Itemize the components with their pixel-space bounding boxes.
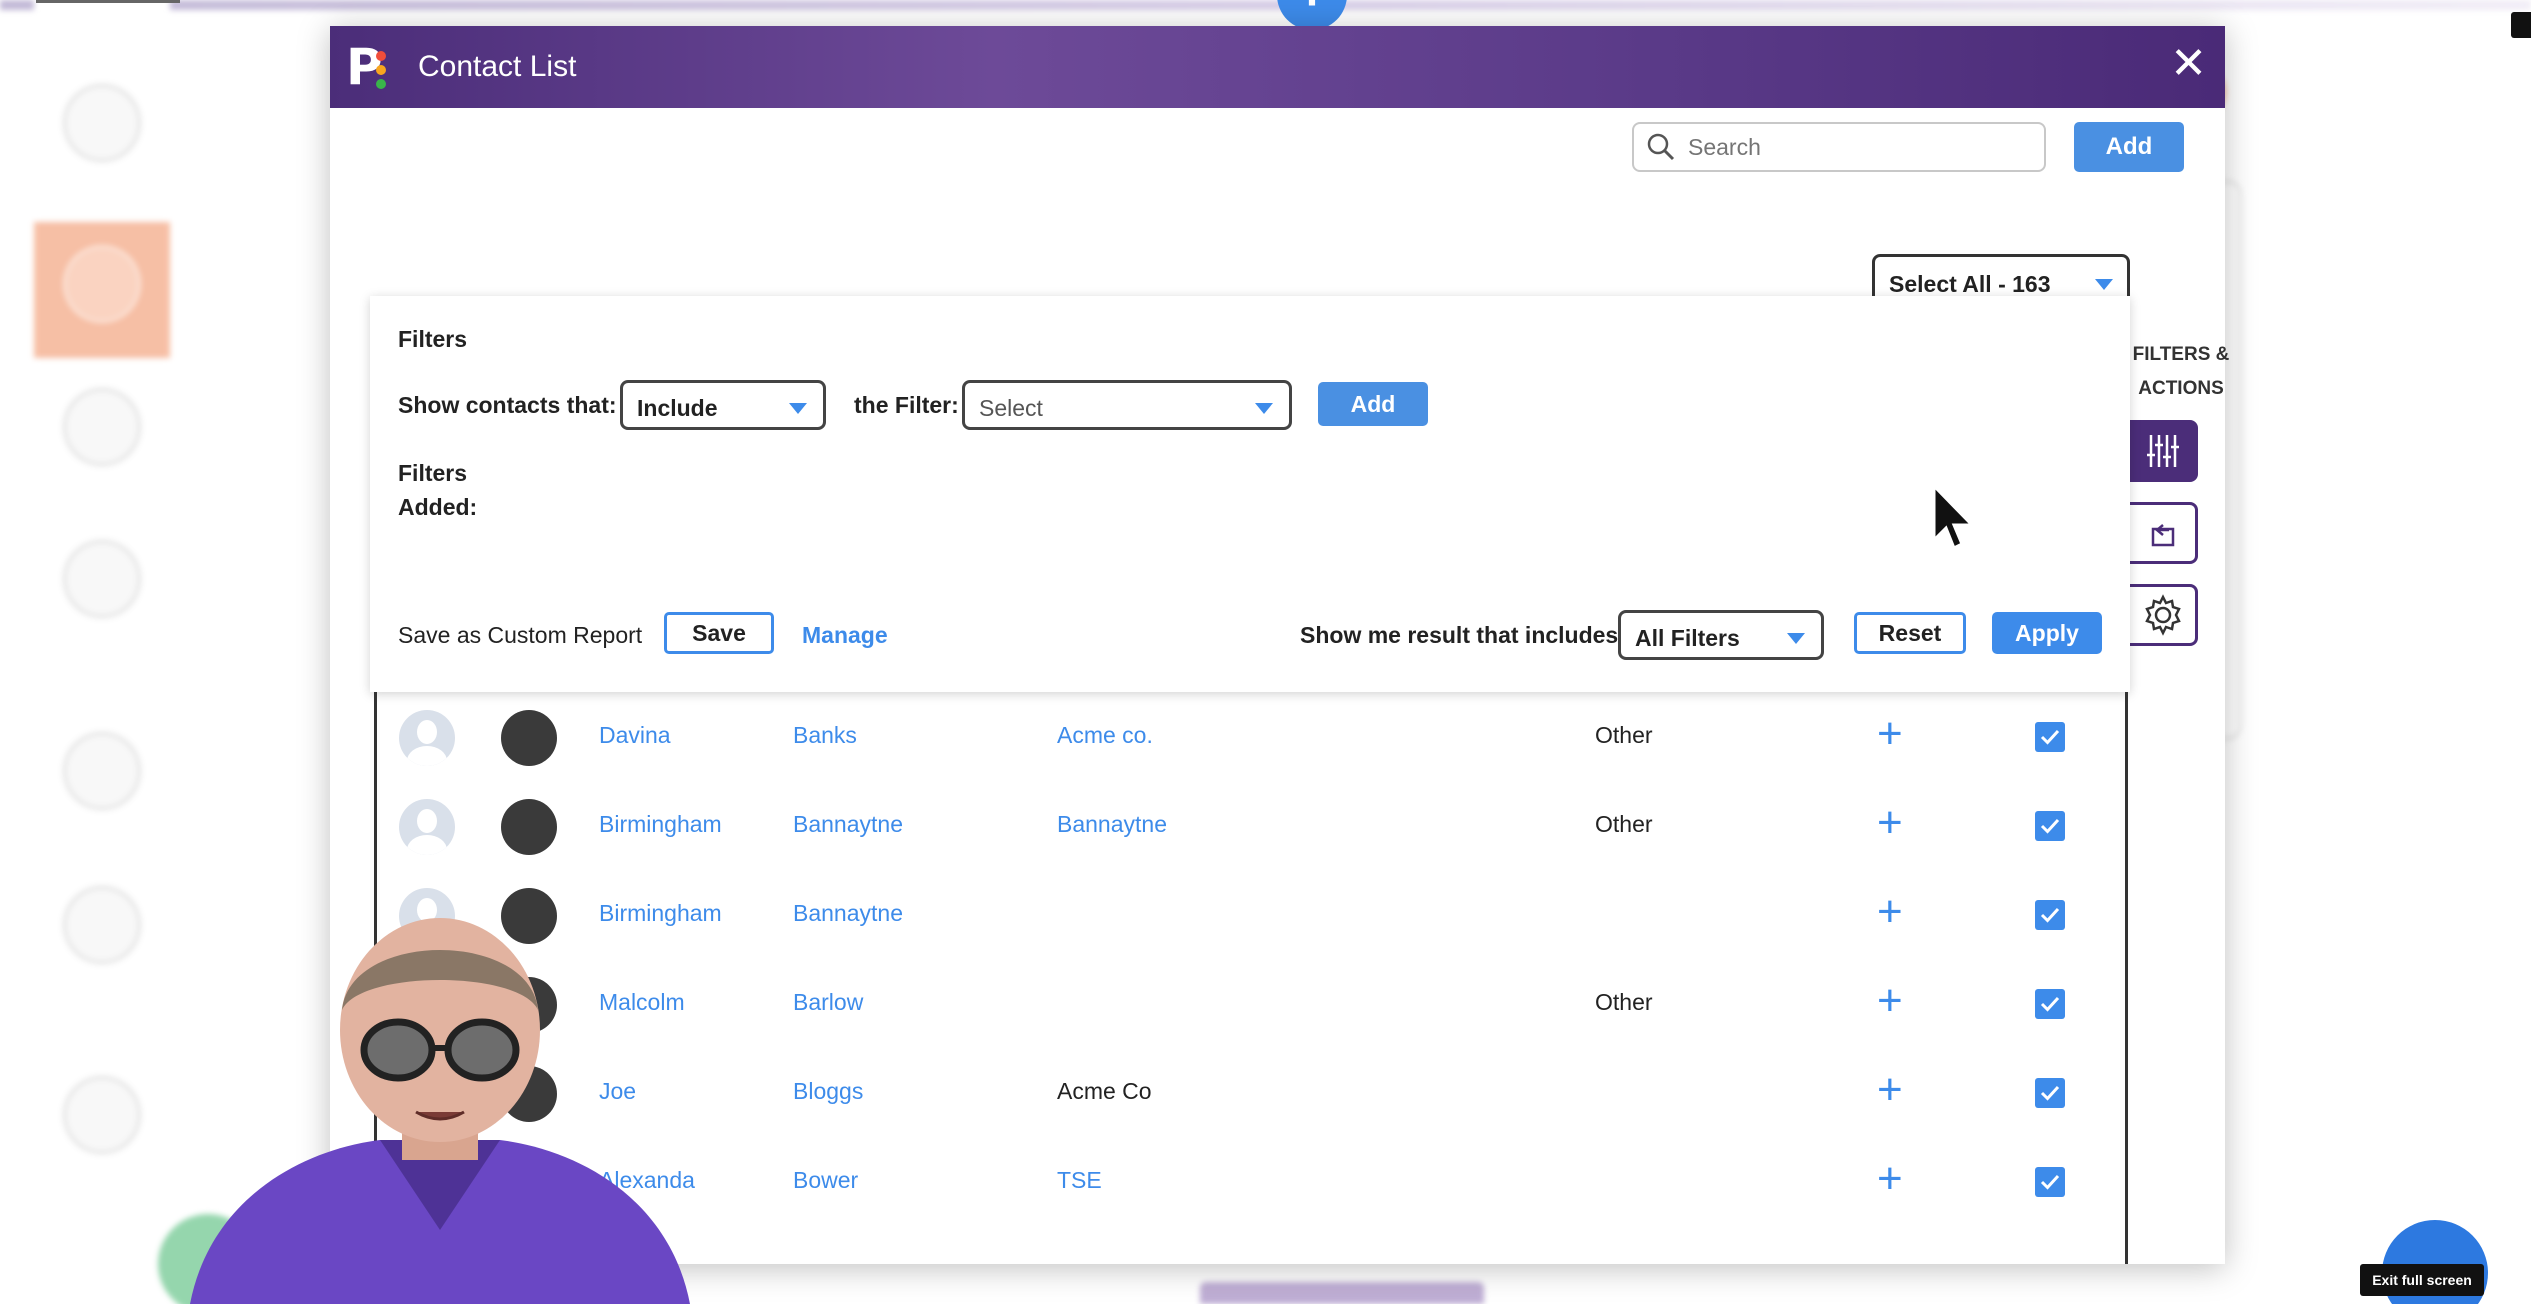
manage-link[interactable]: Manage — [802, 622, 888, 649]
add-icon[interactable]: + — [1877, 890, 1903, 934]
checkmark-icon — [2040, 1085, 2060, 1101]
add-icon[interactable]: + — [1877, 979, 1903, 1023]
save-custom-report-label: Save as Custom Report — [398, 622, 643, 648]
last-name-link[interactable]: Banks — [793, 722, 857, 749]
status-dot — [501, 710, 557, 766]
sidebar-item-settings — [34, 540, 170, 630]
reset-button[interactable]: Reset — [1854, 612, 1966, 654]
account-icon — [63, 886, 141, 964]
include-dropdown[interactable]: Include — [620, 380, 826, 430]
filters-button[interactable] — [2130, 420, 2198, 482]
result-mode-dropdown[interactable]: All Filters — [1618, 610, 1824, 660]
company-link[interactable]: Bannaytne — [1057, 811, 1167, 838]
apply-button[interactable]: Apply — [1992, 612, 2102, 654]
last-name-link[interactable]: Barlow — [793, 989, 863, 1016]
sidebar-item-sales — [34, 388, 170, 478]
row-checkbox[interactable] — [2035, 1078, 2065, 1108]
filters-actions-label: FILTERS & ACTIONS — [2132, 344, 2230, 399]
support-icon — [63, 1076, 141, 1154]
settings-button[interactable] — [2130, 584, 2198, 646]
search-field[interactable] — [1632, 122, 2046, 172]
row-checkbox[interactable] — [2035, 900, 2065, 930]
dashboard-icon — [63, 84, 141, 162]
top-left-divider — [36, 0, 180, 3]
row-checkbox[interactable] — [2035, 1167, 2065, 1197]
sidebar-item-support — [34, 1076, 170, 1154]
include-value: Include — [637, 395, 718, 421]
corner-tab-icon[interactable] — [2511, 12, 2531, 38]
checkmark-icon — [2040, 996, 2060, 1012]
result-mode-value: All Filters — [1635, 625, 1740, 651]
modal-title: Contact List — [418, 50, 577, 83]
sidebar-item-marketing — [34, 222, 170, 358]
filters-added-label: Filters Added: — [398, 460, 478, 520]
add-contact-button[interactable]: Add — [2074, 122, 2184, 172]
table-row: Birmingham Bannaytne Bannaytne Other + — [377, 781, 2125, 870]
sidebar-item-dashboard — [34, 84, 170, 174]
export-icon — [2151, 524, 2174, 547]
close-icon[interactable]: ✕ — [2170, 42, 2207, 86]
add-filter-button[interactable]: Add — [1318, 382, 1428, 426]
search-icon — [1647, 133, 1675, 161]
contact-type: Other — [1595, 811, 1653, 837]
modal-header: P Contact List ✕ — [330, 26, 2225, 108]
gear-icon — [2144, 594, 2181, 636]
first-name-link[interactable]: Davina — [599, 722, 671, 749]
show-result-label: Show me result that includes — [1300, 622, 1619, 648]
email-icon — [63, 732, 141, 810]
checkmark-icon — [2040, 1174, 2060, 1190]
sales-icon — [63, 388, 141, 466]
company-link[interactable]: TSE — [1057, 1167, 1102, 1194]
marketing-icon — [63, 245, 141, 323]
mouse-cursor-icon — [1932, 484, 1976, 551]
add-icon[interactable]: + — [1877, 801, 1903, 845]
sidebar-item-email — [34, 732, 170, 810]
the-filter-label: the Filter: — [854, 392, 959, 418]
status-dot — [501, 799, 557, 855]
sliders-icon — [2146, 435, 2179, 467]
avatar — [399, 710, 455, 766]
chevron-down-icon — [789, 403, 807, 414]
sidebar-item-account — [34, 886, 170, 964]
select-all-label: Select All - 163 — [1889, 271, 2051, 297]
chevron-down-icon — [1255, 403, 1273, 414]
settings-icon — [63, 540, 141, 618]
contact-type: Other — [1595, 722, 1653, 748]
last-name-link[interactable]: Bannaytne — [793, 900, 903, 927]
checkmark-icon — [2040, 729, 2060, 745]
filters-title: Filters — [398, 326, 468, 352]
filters-panel: Filters Show contacts that: Include the … — [370, 296, 2130, 692]
chevron-down-icon — [1787, 633, 1805, 644]
chevron-down-icon — [2095, 279, 2113, 290]
last-name-link[interactable]: Bower — [793, 1167, 858, 1194]
background-top-bar — [0, 0, 2531, 10]
app-logo-icon: P — [346, 42, 394, 92]
add-icon[interactable]: + — [1877, 1157, 1903, 1201]
exit-fullscreen-button[interactable]: Exit full screen — [2360, 1264, 2484, 1296]
row-checkbox[interactable] — [2035, 811, 2065, 841]
table-row: Davina Banks Acme co. Other + — [377, 692, 2125, 781]
add-icon[interactable]: + — [1877, 712, 1903, 756]
company-link[interactable]: Acme co. — [1057, 722, 1153, 749]
search-input[interactable] — [1688, 133, 2018, 161]
last-name-link[interactable]: Bloggs — [793, 1078, 863, 1105]
checkmark-icon — [2040, 818, 2060, 834]
add-icon[interactable]: + — [1877, 1068, 1903, 1112]
export-button[interactable] — [2130, 502, 2198, 564]
last-name-link[interactable]: Bannaytne — [793, 811, 903, 838]
filter-select-value: Select — [979, 395, 1043, 421]
show-contacts-label: Show contacts that: — [398, 392, 617, 418]
company-cell: Acme Co — [1057, 1078, 1152, 1104]
row-checkbox[interactable] — [2035, 722, 2065, 752]
contact-type: Other — [1595, 989, 1653, 1015]
background-bottom-button — [1200, 1282, 1484, 1304]
first-name-link[interactable]: Birmingham — [599, 811, 722, 838]
row-checkbox[interactable] — [2035, 989, 2065, 1019]
presenter-video-overlay — [190, 918, 690, 1304]
checkmark-icon — [2040, 907, 2060, 923]
filter-select-dropdown[interactable]: Select — [962, 380, 1292, 430]
avatar — [399, 799, 455, 855]
save-button[interactable]: Save — [664, 612, 774, 654]
